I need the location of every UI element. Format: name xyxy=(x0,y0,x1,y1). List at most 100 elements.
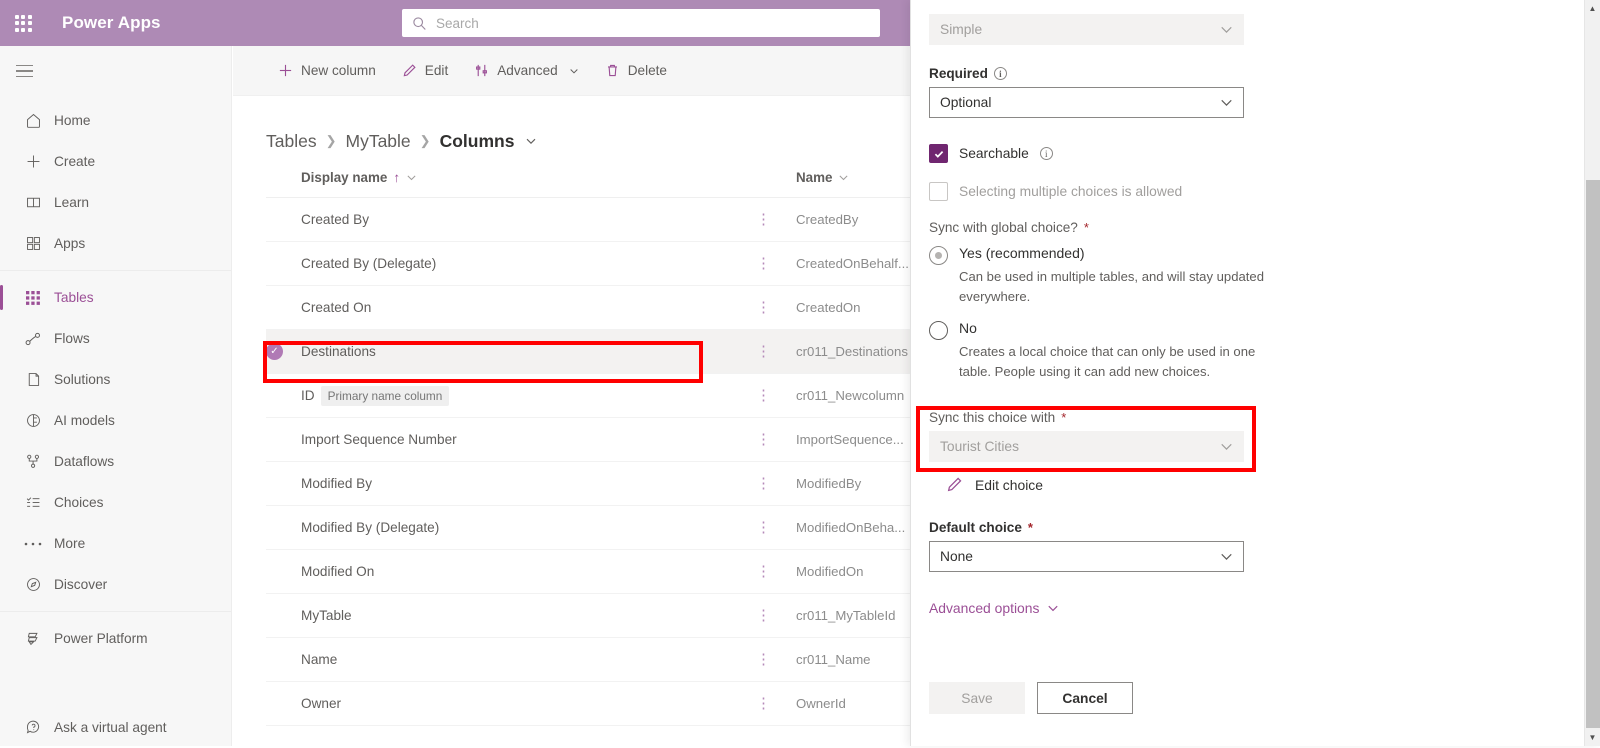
row-more-actions-button[interactable]: ⋮ xyxy=(731,343,796,361)
row-display-name: Modified By (Delegate) xyxy=(301,520,439,535)
sidebar-item-create[interactable]: Create xyxy=(0,141,231,182)
info-icon[interactable]: i xyxy=(1040,147,1053,160)
page-scrollbar-thumb[interactable] xyxy=(1586,180,1600,728)
behavior-field: Simple xyxy=(929,14,1244,45)
chevron-down-icon[interactable] xyxy=(838,172,849,183)
sidebar-item-tables[interactable]: Tables xyxy=(0,277,231,318)
info-icon[interactable]: i xyxy=(994,67,1007,80)
row-logical-name: ModifiedBy xyxy=(796,476,861,491)
app-launcher-button[interactable] xyxy=(0,0,46,46)
row-more-actions-button[interactable]: ⋮ xyxy=(731,255,796,273)
column-properties-panel: Simple Required i Optional xyxy=(910,0,1600,746)
brand-title[interactable]: Power Apps xyxy=(62,13,161,33)
radio-yes[interactable] xyxy=(929,246,948,265)
sidebar-item-dataflows[interactable]: Dataflows xyxy=(0,441,231,482)
sidebar-item-home[interactable]: Home xyxy=(0,100,231,141)
vertical-ellipsis-icon: ⋮ xyxy=(756,387,771,404)
radio-no-row[interactable]: No xyxy=(929,320,1277,340)
breadcrumb-tables[interactable]: Tables xyxy=(266,131,317,152)
vertical-ellipsis-icon: ⋮ xyxy=(756,563,771,580)
search-input[interactable] xyxy=(436,16,870,31)
scroll-up-arrow-icon[interactable]: ▲ xyxy=(1585,0,1600,17)
row-display-name: Import Sequence Number xyxy=(301,432,457,447)
breadcrumb-chevron-down-icon[interactable] xyxy=(525,135,537,147)
sidebar-item-apps[interactable]: Apps xyxy=(0,223,231,264)
row-more-actions-button[interactable]: ⋮ xyxy=(731,519,796,537)
multiple-choices-row: Selecting multiple choices is allowed xyxy=(929,182,1182,201)
sidebar-item-label: Flows xyxy=(54,331,90,346)
vertical-ellipsis-icon: ⋮ xyxy=(756,343,771,360)
radio-yes-row[interactable]: Yes (recommended) xyxy=(929,245,1277,265)
sidebar-item-solutions[interactable]: Solutions xyxy=(0,359,231,400)
primary-name-column-badge: Primary name column xyxy=(321,386,450,406)
row-more-actions-button[interactable]: ⋮ xyxy=(731,651,796,669)
sidebar-item-learn[interactable]: Learn xyxy=(0,182,231,223)
radio-no-description: Creates a local choice that can only be … xyxy=(959,342,1277,383)
edit-button[interactable]: Edit xyxy=(389,54,461,88)
required-value: Optional xyxy=(940,95,991,110)
ellipsis-icon xyxy=(16,541,50,547)
sort-ascending-icon: ↑ xyxy=(393,170,400,185)
breadcrumb-mytable[interactable]: MyTable xyxy=(346,131,411,152)
global-search[interactable] xyxy=(402,9,880,37)
chevron-down-icon xyxy=(1220,23,1233,36)
row-more-actions-button[interactable]: ⋮ xyxy=(731,563,796,581)
row-display-name: Created By (Delegate) xyxy=(301,256,436,271)
row-more-actions-button[interactable]: ⋮ xyxy=(731,695,796,713)
delete-button[interactable]: Delete xyxy=(592,54,680,88)
cancel-button[interactable]: Cancel xyxy=(1037,682,1133,714)
row-more-actions-button[interactable]: ⋮ xyxy=(731,387,796,405)
row-more-actions-button[interactable]: ⋮ xyxy=(731,607,796,625)
chevron-down-icon xyxy=(1220,96,1233,109)
new-column-button[interactable]: New column xyxy=(265,54,389,88)
radio-no[interactable] xyxy=(929,321,948,340)
chevron-down-icon xyxy=(1220,440,1233,453)
row-more-actions-button[interactable]: ⋮ xyxy=(731,211,796,229)
new-column-label: New column xyxy=(301,63,376,78)
check-icon xyxy=(933,148,945,160)
required-dropdown[interactable]: Optional xyxy=(929,87,1244,118)
advanced-button[interactable]: Advanced xyxy=(461,54,591,88)
radio-yes-label: Yes (recommended) xyxy=(959,245,1085,261)
required-asterisk: * xyxy=(1061,410,1066,425)
row-logical-name: OwnerId xyxy=(796,696,846,711)
row-selected-check-icon: ✓ xyxy=(266,343,283,360)
row-more-actions-button[interactable]: ⋮ xyxy=(731,431,796,449)
row-logical-name: cr011_Destinations xyxy=(796,344,908,359)
row-display-name: Destinations xyxy=(301,344,376,359)
panel-footer-actions: Save Cancel xyxy=(929,682,1133,714)
default-choice-dropdown[interactable]: None xyxy=(929,541,1244,572)
row-more-actions-button[interactable]: ⋮ xyxy=(731,475,796,493)
vertical-ellipsis-icon: ⋮ xyxy=(756,431,771,448)
row-display-name: Created On xyxy=(301,300,371,315)
advanced-options-toggle[interactable]: Advanced options xyxy=(929,600,1059,616)
row-select-cell[interactable]: ✓ xyxy=(266,343,301,360)
tables-icon xyxy=(16,290,50,306)
sidebar-item-label: Ask a virtual agent xyxy=(54,720,167,735)
advanced-label: Advanced xyxy=(497,63,557,78)
page-scrollbar-track[interactable]: ▲ ▼ xyxy=(1584,0,1600,746)
searchable-label: Searchable xyxy=(959,146,1029,161)
save-button: Save xyxy=(929,682,1025,714)
nav-divider-2 xyxy=(0,611,231,612)
sidebar-item-power-platform[interactable]: Power Platform xyxy=(0,618,231,659)
sidebar-item-flows[interactable]: Flows xyxy=(0,318,231,359)
advanced-options-label: Advanced options xyxy=(929,600,1039,616)
sidebar-item-discover[interactable]: Discover xyxy=(0,564,231,605)
vertical-ellipsis-icon: ⋮ xyxy=(756,475,771,492)
row-more-actions-button[interactable]: ⋮ xyxy=(731,299,796,317)
sidebar-item-choices[interactable]: Choices xyxy=(0,482,231,523)
scroll-down-arrow-icon[interactable]: ▼ xyxy=(1585,729,1600,746)
sidebar-item-ai-models[interactable]: AI models xyxy=(0,400,231,441)
searchable-row[interactable]: Searchable i xyxy=(929,144,1053,163)
chevron-down-icon[interactable] xyxy=(406,172,417,183)
searchable-checkbox[interactable] xyxy=(929,144,948,163)
grid-header-display-name[interactable]: Display name ↑ xyxy=(301,170,731,185)
sidebar-item-ask-virtual-agent[interactable]: Ask a virtual agent xyxy=(0,707,231,748)
edit-choice-link[interactable]: Edit choice xyxy=(946,476,1043,493)
hamburger-icon xyxy=(16,65,33,67)
row-display-name: Owner xyxy=(301,696,341,711)
menu-toggle-button[interactable] xyxy=(0,48,48,94)
sidebar-item-more[interactable]: More xyxy=(0,523,231,564)
radio-no-label: No xyxy=(959,320,977,336)
